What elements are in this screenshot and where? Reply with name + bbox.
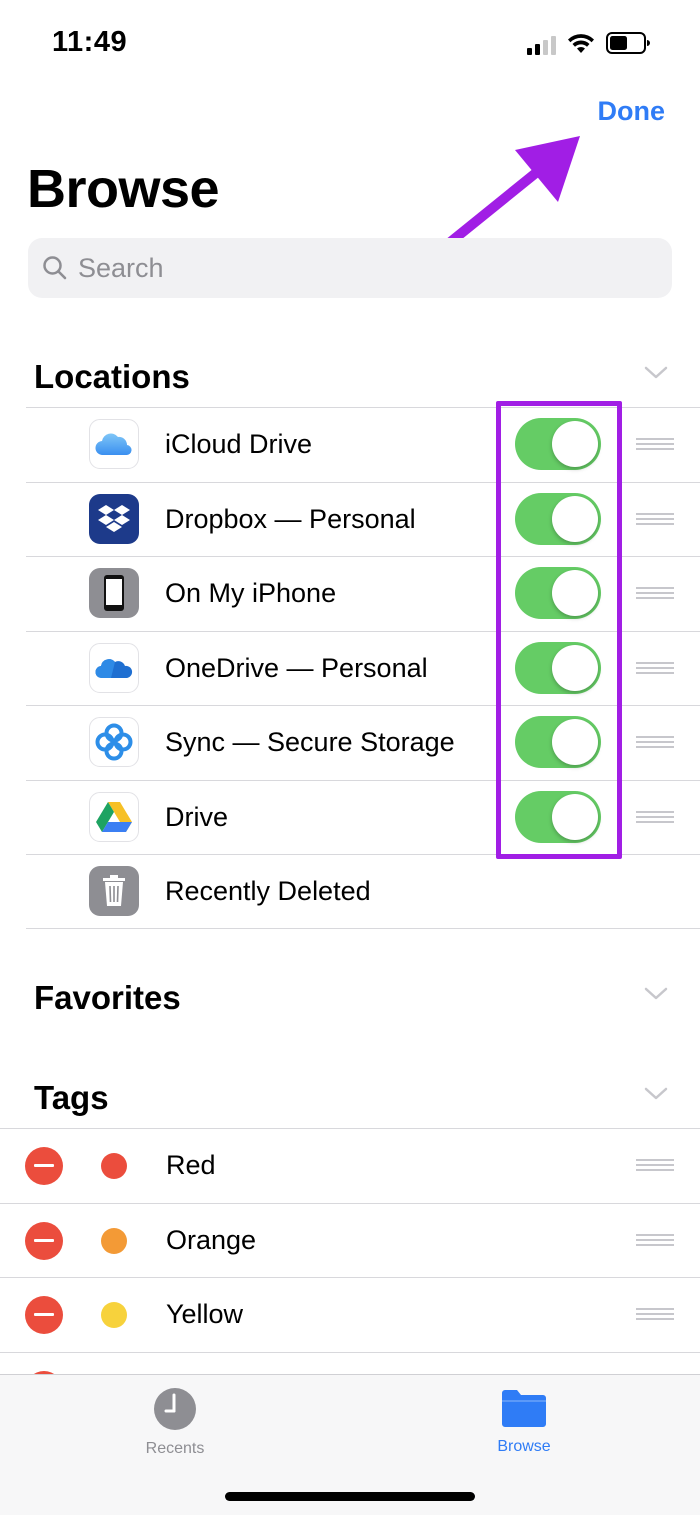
tag-color-dot bbox=[101, 1302, 127, 1328]
location-toggle[interactable] bbox=[515, 567, 601, 619]
trash-icon bbox=[89, 866, 139, 916]
status-bar: 11:49 bbox=[0, 0, 700, 84]
tags-section-header[interactable]: Tags bbox=[0, 1067, 700, 1127]
location-toggle[interactable] bbox=[515, 492, 601, 545]
location-row-dropbox[interactable]: Dropbox — Personal bbox=[26, 481, 700, 557]
location-toggle[interactable] bbox=[515, 716, 601, 768]
location-row-recently-deleted[interactable]: Recently Deleted bbox=[26, 854, 700, 929]
chevron-down-icon[interactable] bbox=[644, 1087, 668, 1101]
location-label: iCloud Drive bbox=[165, 429, 313, 459]
cellular-signal-icon bbox=[527, 35, 556, 55]
search-input[interactable] bbox=[78, 252, 638, 284]
location-row-onedrive[interactable]: OneDrive — Personal bbox=[26, 630, 700, 706]
delete-tag-button[interactable] bbox=[25, 1221, 63, 1260]
favorites-title: Favorites bbox=[34, 979, 181, 1016]
reorder-handle-icon[interactable] bbox=[636, 1308, 674, 1322]
search-icon bbox=[43, 256, 67, 280]
reorder-handle-icon[interactable] bbox=[636, 736, 674, 750]
icloud-icon bbox=[89, 419, 139, 469]
locations-section-header[interactable]: Locations bbox=[0, 346, 700, 406]
tag-row-orange[interactable]: Orange bbox=[0, 1202, 700, 1278]
wifi-icon bbox=[568, 34, 594, 53]
battery-icon bbox=[606, 32, 650, 54]
reorder-handle-icon[interactable] bbox=[636, 512, 674, 527]
iphone-icon bbox=[89, 568, 139, 618]
done-button[interactable]: Done bbox=[598, 96, 666, 127]
page-title: Browse bbox=[27, 159, 220, 219]
location-label: Recently Deleted bbox=[165, 876, 371, 906]
dropbox-icon bbox=[89, 493, 139, 544]
chevron-down-icon[interactable] bbox=[644, 987, 668, 1001]
tab-recents[interactable]: Recents bbox=[85, 1387, 265, 1458]
location-label: OneDrive — Personal bbox=[165, 652, 428, 683]
reorder-handle-icon[interactable] bbox=[636, 438, 674, 452]
tag-label: Red bbox=[166, 1150, 216, 1180]
tag-label: Orange bbox=[166, 1224, 257, 1255]
tab-label: Browse bbox=[497, 1438, 551, 1455]
tab-bar: Recents Browse bbox=[0, 1374, 700, 1515]
folder-icon bbox=[502, 1390, 546, 1427]
delete-tag-button[interactable] bbox=[25, 1296, 63, 1334]
reorder-handle-icon[interactable] bbox=[636, 810, 674, 825]
home-indicator bbox=[225, 1492, 475, 1501]
location-row-icloud[interactable]: iCloud Drive bbox=[26, 407, 700, 482]
location-toggle[interactable] bbox=[515, 790, 601, 843]
reorder-handle-icon[interactable] bbox=[636, 587, 674, 601]
onedrive-icon bbox=[89, 642, 139, 693]
location-label: On My iPhone bbox=[165, 578, 337, 608]
tag-color-dot bbox=[101, 1153, 127, 1179]
chevron-down-icon[interactable] bbox=[644, 366, 668, 380]
delete-tag-button[interactable] bbox=[25, 1147, 63, 1185]
location-toggle[interactable] bbox=[515, 418, 601, 470]
location-row-on-my-iphone[interactable]: On My iPhone bbox=[26, 556, 700, 631]
tag-row-yellow[interactable]: Yellow bbox=[0, 1277, 700, 1352]
search-bar[interactable] bbox=[28, 238, 672, 298]
location-label: Sync — Secure Storage bbox=[165, 727, 455, 757]
tag-row-red[interactable]: Red bbox=[0, 1128, 700, 1203]
sync-icon bbox=[89, 717, 139, 767]
tags-title: Tags bbox=[34, 1079, 109, 1116]
tab-browse[interactable]: Browse bbox=[434, 1387, 614, 1456]
google-drive-icon bbox=[89, 791, 139, 842]
location-label: Dropbox — Personal bbox=[165, 503, 416, 534]
tag-color-dot bbox=[101, 1227, 127, 1254]
location-toggle[interactable] bbox=[515, 641, 601, 694]
favorites-section-header[interactable]: Favorites bbox=[0, 967, 700, 1027]
location-label: Drive bbox=[165, 801, 229, 832]
tag-label: Yellow bbox=[166, 1299, 244, 1329]
status-time: 11:49 bbox=[52, 26, 128, 58]
locations-list: iCloud Drive Dropbox — Personal On My iP… bbox=[26, 407, 700, 929]
location-row-drive[interactable]: Drive bbox=[26, 779, 700, 855]
status-icons bbox=[527, 31, 652, 55]
reorder-handle-icon[interactable] bbox=[636, 1159, 674, 1173]
reorder-handle-icon[interactable] bbox=[636, 661, 674, 676]
location-row-sync[interactable]: Sync — Secure Storage bbox=[26, 705, 700, 780]
tab-label: Recents bbox=[145, 1440, 205, 1457]
locations-title: Locations bbox=[34, 358, 190, 395]
clock-icon bbox=[154, 1388, 196, 1430]
reorder-handle-icon[interactable] bbox=[636, 1233, 674, 1248]
